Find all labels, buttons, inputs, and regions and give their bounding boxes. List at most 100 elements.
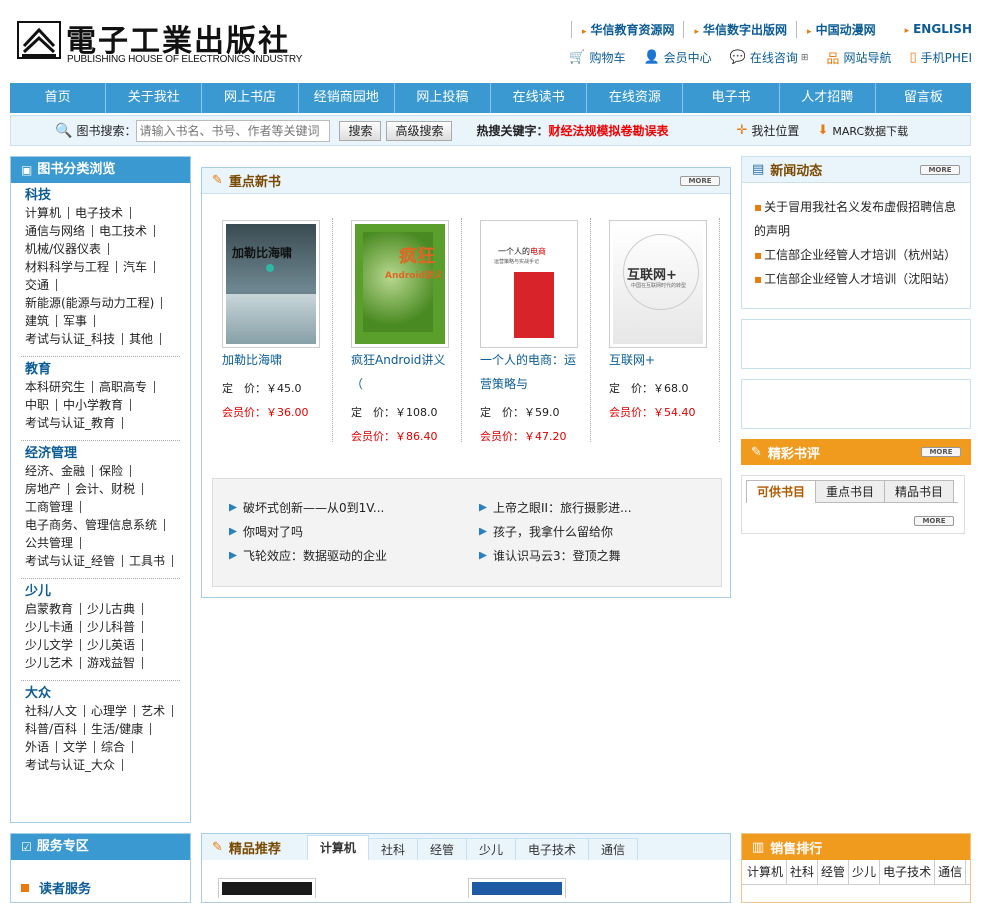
nav-ebook[interactable]: 电子书 [683,83,780,113]
ad-slot-2[interactable] [741,379,971,429]
category-link[interactable]: 计算机 [25,207,70,219]
category-link[interactable]: 经济、金融 [25,465,94,477]
category-link[interactable]: 工具书 [129,555,174,567]
category-link[interactable]: 军事 [63,315,96,327]
category-link[interactable]: 少儿英语 [87,639,144,651]
ranking-tab[interactable]: 计算机 [744,860,788,884]
recommend-tab[interactable]: 通信 [588,838,639,860]
category-link[interactable]: 会计、财税 [75,483,144,495]
nav-submit[interactable]: 网上投稿 [395,83,492,113]
tab-available-books[interactable]: 可供书目 [746,480,817,503]
book-cover[interactable]: 疯狂 Android讲义 [351,220,449,348]
category-group-title[interactable]: 科技 [25,187,180,204]
recommend-tab[interactable]: 计算机 [306,835,369,860]
category-link[interactable]: 少儿文学 [25,639,82,651]
reader-service-link[interactable]: 读者服务 [11,860,190,897]
category-link[interactable]: 其他 [129,333,162,345]
news-item[interactable]: 工信部企业经管人才培训（沈阳站） [754,267,958,291]
book-title[interactable]: 疯狂Android讲义（ [351,348,455,396]
search-input[interactable] [136,119,331,142]
category-link[interactable]: 中小学教育 [63,399,132,411]
category-link[interactable]: 公共管理 [25,537,82,549]
english-link[interactable]: ENGLISH [895,22,972,36]
featured-link[interactable]: 孩子，我拿什么留给你 [479,523,613,540]
featured-link[interactable]: 上帝之眼II：旅行摄影进... [479,499,632,516]
ranking-tab[interactable]: 少儿 [849,860,881,884]
category-link[interactable]: 考试与认证_科技 [25,333,124,345]
tab-key-books[interactable]: 重点书目 [815,480,886,502]
category-link[interactable]: 房地产 [25,483,70,495]
search-button[interactable]: 搜索 [339,120,382,141]
tab-quality-books[interactable]: 精品书目 [884,480,955,502]
category-link[interactable]: 考试与认证_教育 [25,417,124,429]
recommend-tab[interactable]: 少儿 [465,838,516,860]
category-group-title[interactable]: 少儿 [25,583,180,600]
top-link-hxdigital[interactable]: 华信数字出版网 [683,20,796,38]
category-link[interactable]: 游戏益智 [87,657,144,669]
category-link[interactable]: 心理学 [91,705,136,717]
location-link[interactable]: ✛ 我社位置 [737,122,800,139]
category-link[interactable]: 保险 [99,465,132,477]
nav-jobs[interactable]: 人才招聘 [780,83,876,113]
category-link[interactable]: 艺术 [141,705,174,717]
recommend-tab[interactable]: 社科 [367,838,418,860]
category-link[interactable]: 外语 [25,741,58,753]
ranking-tab[interactable]: 通信 [935,860,967,884]
reviews-list-more-button[interactable]: MORE [914,516,954,526]
category-link[interactable]: 考试与认证_大众 [25,759,124,771]
category-link[interactable]: 中职 [25,399,58,411]
category-link[interactable]: 社科/人文 [25,705,86,717]
top-link-hxedu[interactable]: 华信教育资源网 [570,20,684,38]
nav-home[interactable]: 首页 [10,83,107,113]
category-group-title[interactable]: 教育 [25,361,180,378]
ranking-tab[interactable]: 社科 [787,860,819,884]
featured-link[interactable]: 你喝对了吗 [229,523,303,540]
news-item[interactable]: 工信部企业经管人才培训（杭州站） [754,243,958,267]
category-link[interactable]: 新能源(能源与动力工程) [25,297,163,309]
category-link[interactable]: 通信与网络 [25,225,94,237]
hot-keyword-link[interactable]: 财经法规模拟卷勘误表 [549,122,669,139]
category-link[interactable]: 电子技术 [75,207,132,219]
logo[interactable]: 電子工業出版社 PUBLISHING HOUSE OF ELECTRONICS … [16,16,302,66]
nav-bookstore[interactable]: 网上书店 [202,83,299,113]
nav-resources[interactable]: 在线资源 [587,83,684,113]
nav-guestbook[interactable]: 留言板 [876,83,971,113]
book-cover[interactable] [468,878,566,898]
category-link[interactable]: 生活/健康 [91,723,152,735]
featured-link[interactable]: 破坏式创新——从0到1V... [229,499,384,516]
featured-link[interactable]: 飞轮效应：数据驱动的企业 [229,547,387,564]
category-link[interactable]: 少儿艺术 [25,657,82,669]
category-link[interactable]: 少儿古典 [87,603,144,615]
book-cover[interactable]: 互联网+ 中国在互联网时代的转型 [609,220,707,348]
category-group-title[interactable]: 大众 [25,685,180,702]
category-link[interactable]: 科普/百科 [25,723,86,735]
nav-about[interactable]: 关于我社 [106,83,203,113]
category-link[interactable]: 综合 [101,741,134,753]
category-link[interactable]: 启蒙教育 [25,603,82,615]
category-link[interactable]: 机械/仪器仪表 [25,243,110,255]
book-title[interactable]: 互联网+ [609,348,713,372]
category-group-title[interactable]: 经济管理 [25,445,180,462]
category-link[interactable]: 电子商务、管理信息系统 [25,519,166,531]
category-link[interactable]: 文学 [63,741,96,753]
top-link-animation[interactable]: 中国动漫网 [796,20,885,38]
category-link[interactable]: 少儿卡通 [25,621,82,633]
book-card[interactable]: 一个人的电商 运营策略与实战手记 一个人的电商：运营策略与 定 价：￥59.0 … [470,218,591,443]
book-title[interactable]: 加勒比海啸 [222,348,326,372]
book-cover[interactable]: 一个人的电商 运营策略与实战手记 [480,220,578,348]
category-link[interactable]: 汽车 [123,261,156,273]
mobile-link[interactable]: ▯ 手机PHEI [909,49,972,66]
category-link[interactable]: 交通 [25,279,58,291]
book-card[interactable]: 疯狂 Android讲义 疯狂Android讲义（ 定 价：￥108.0 会员价… [341,218,462,443]
category-link[interactable]: 考试与认证_经管 [25,555,124,567]
featured-link[interactable]: 谁认识马云3：登顶之舞 [479,547,621,564]
news-more-button[interactable]: MORE [920,165,960,175]
book-title[interactable]: 一个人的电商：运营策略与 [480,348,584,396]
member-center-link[interactable]: 👤 会员中心 [643,49,711,66]
book-card[interactable]: 互联网+ 中国在互联网时代的转型 互联网+ 定 价：￥68.0 会员价：￥54.… [599,218,720,442]
category-link[interactable]: 工商管理 [25,501,82,513]
ranking-tab[interactable]: 电子技术 [880,860,936,884]
category-link[interactable]: 材料科学与工程 [25,261,118,273]
cart-link[interactable]: 🛒 购物车 [569,49,625,66]
category-link[interactable]: 本科研究生 [25,381,94,393]
